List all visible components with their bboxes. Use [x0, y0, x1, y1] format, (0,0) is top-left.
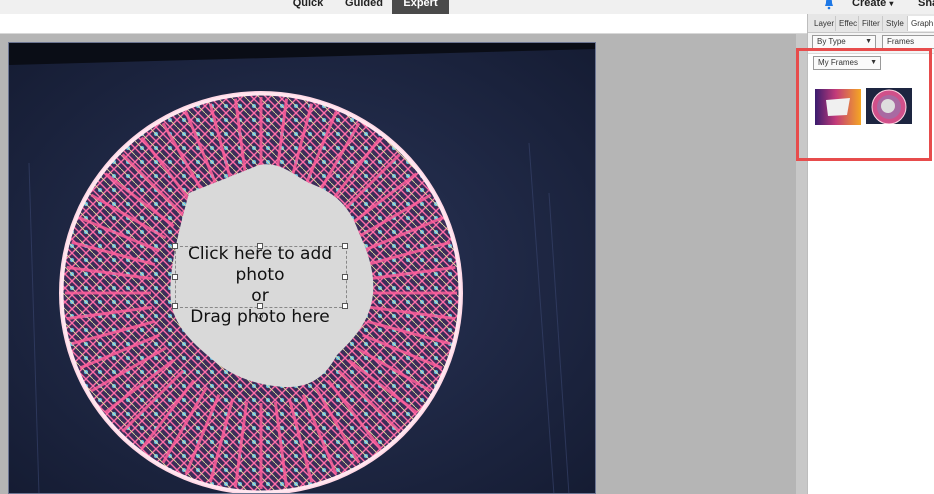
tab-quick[interactable]: Quick: [290, 0, 326, 14]
panel-tabs: Layer Effec Filter Style Graph: [808, 14, 934, 33]
chevron-down-icon: ▾: [889, 0, 894, 8]
tab-effects[interactable]: Effec: [836, 16, 859, 31]
placeholder-line-2: or: [251, 286, 269, 306]
tool-options-bar: [0, 14, 807, 34]
filter-type-value: By Type: [817, 37, 846, 46]
category-value: Frames: [887, 37, 915, 46]
highlight-box: [796, 48, 932, 161]
placeholder-line-1: Click here to add photo: [187, 244, 333, 285]
tab-graphics[interactable]: Graph: [908, 16, 934, 31]
create-button[interactable]: Create ▾: [852, 0, 893, 11]
photo-placeholder-text[interactable]: Click here to add photo or Drag photo he…: [170, 244, 350, 328]
share-button[interactable]: Sha: [918, 0, 934, 10]
mode-bar: Quick Guided Expert Create ▾ Sha: [0, 0, 934, 14]
tab-styles[interactable]: Style: [883, 16, 908, 31]
category-dropdown[interactable]: Frames: [882, 35, 934, 49]
tab-guided[interactable]: Guided: [342, 0, 386, 14]
tab-expert[interactable]: Expert: [392, 0, 449, 14]
filter-type-dropdown[interactable]: By Type ▼: [812, 35, 876, 49]
placeholder-line-3: Drag photo here: [190, 307, 330, 327]
create-label: Create: [852, 0, 887, 9]
tab-layers[interactable]: Layer: [811, 16, 836, 31]
notification-bell-icon[interactable]: [824, 0, 834, 15]
chevron-down-icon: ▼: [865, 38, 872, 45]
tab-filters[interactable]: Filter: [859, 16, 883, 31]
